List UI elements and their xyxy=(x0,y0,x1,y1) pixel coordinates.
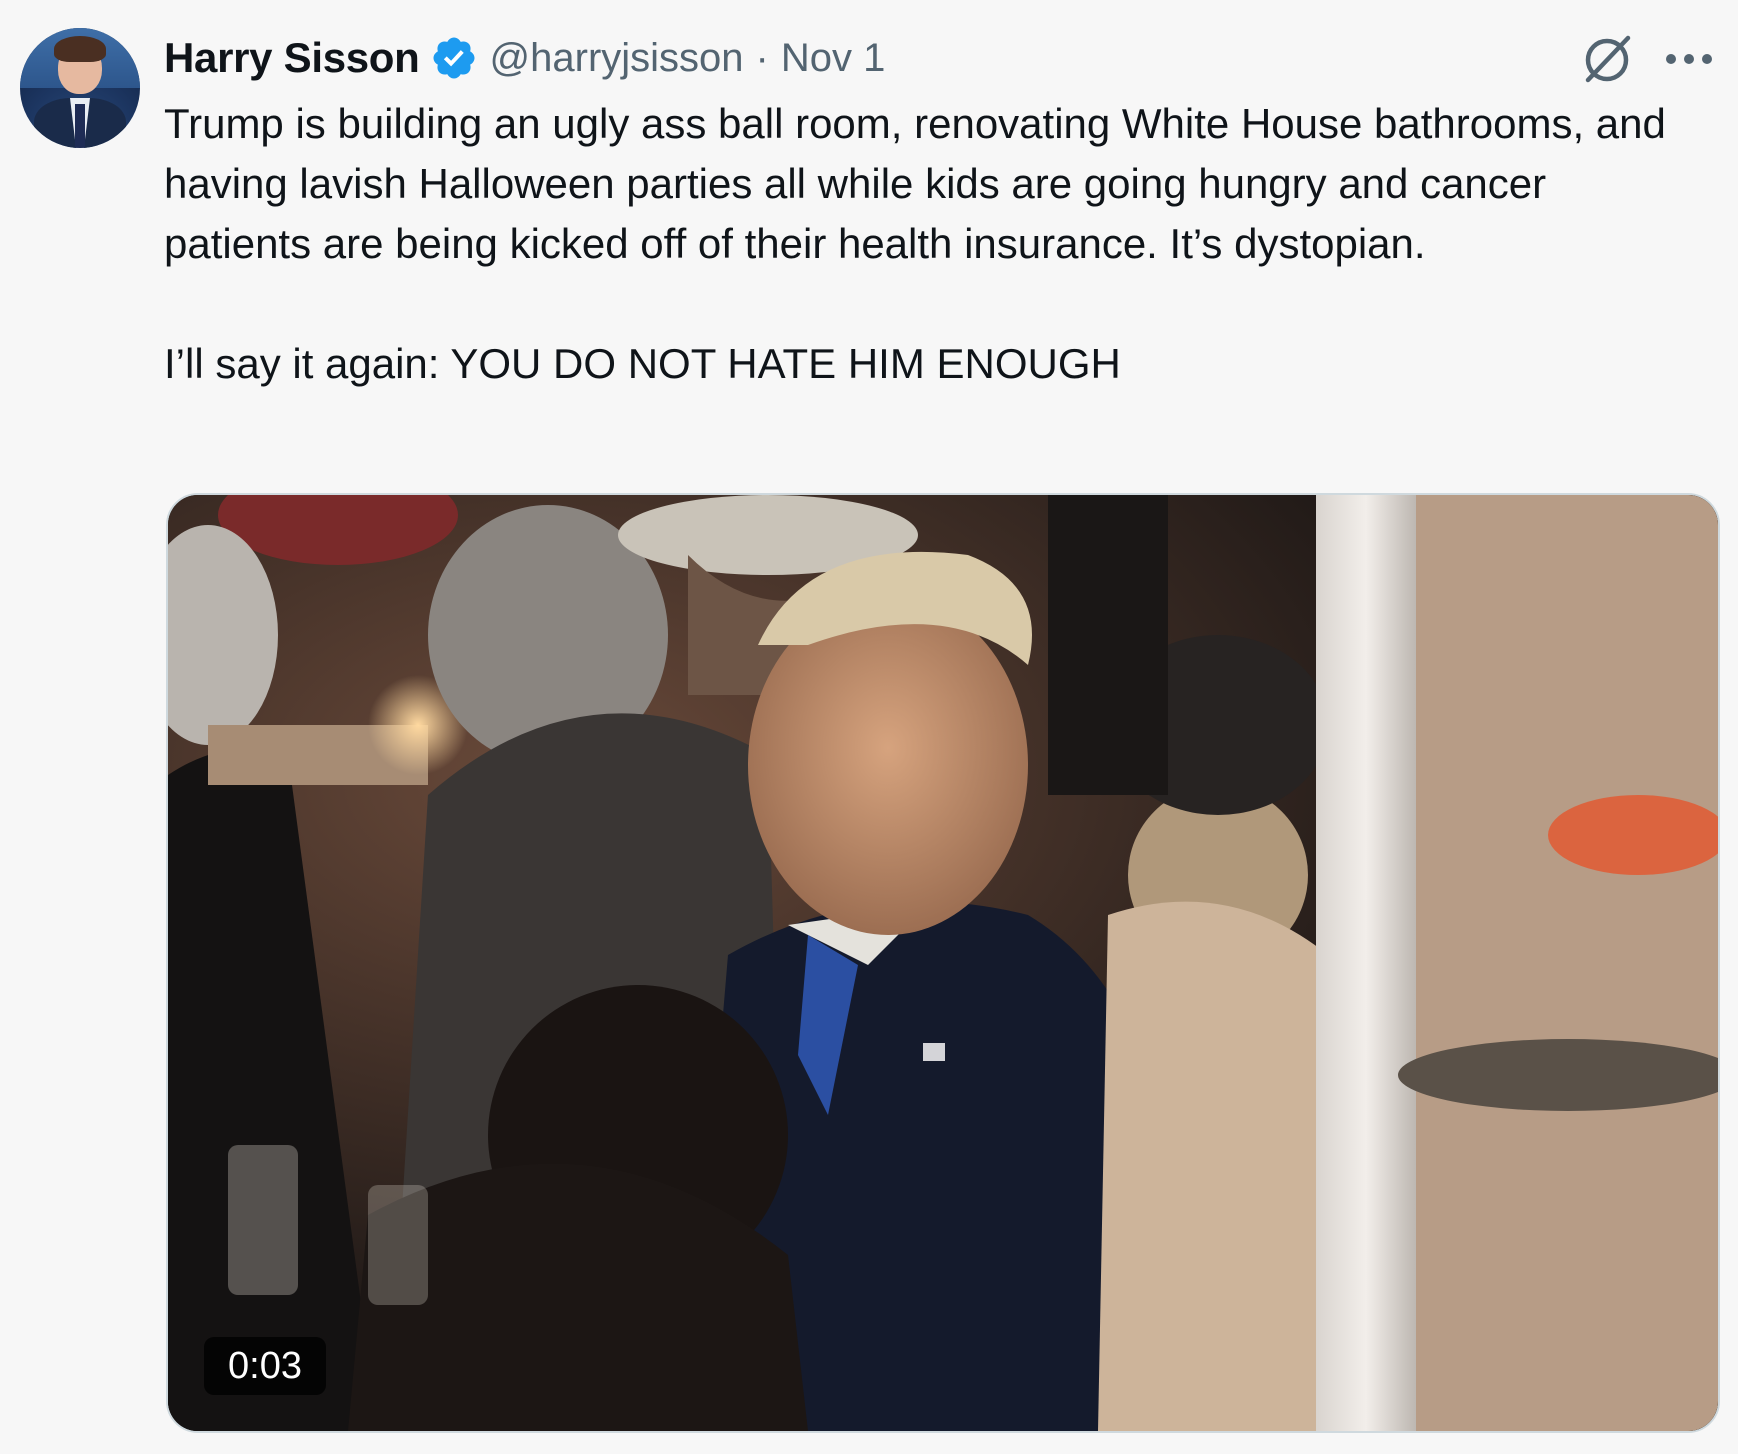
tweet-text: Trump is building an ugly ass ball room,… xyxy=(164,94,1704,394)
tweet-paragraph: Trump is building an ugly ass ball room,… xyxy=(164,100,1666,267)
video-player[interactable]: 0:03 xyxy=(166,493,1720,1433)
avatar-hair xyxy=(54,36,106,62)
tweet-date[interactable]: Nov 1 xyxy=(781,36,886,81)
avatar-tie xyxy=(75,104,85,148)
verified-badge-icon[interactable] xyxy=(430,34,478,82)
tweet-paragraph: I’ll say it again: YOU DO NOT HATE HIM E… xyxy=(164,340,1121,387)
more-options-icon[interactable] xyxy=(1664,52,1714,66)
tweet-header: Harry Sisson @harryjsisson · Nov 1 xyxy=(164,30,885,86)
author-handle[interactable]: @harryjsisson xyxy=(490,36,744,81)
grok-icon[interactable] xyxy=(1580,32,1634,86)
video-frame xyxy=(168,495,1718,1431)
video-duration-badge: 0:03 xyxy=(204,1337,326,1395)
header-separator: · xyxy=(755,35,769,80)
tweet-card[interactable]: Harry Sisson @harryjsisson · Nov 1 Trump… xyxy=(0,0,1738,1454)
author-display-name[interactable]: Harry Sisson xyxy=(164,34,420,82)
author-avatar[interactable] xyxy=(20,28,140,148)
